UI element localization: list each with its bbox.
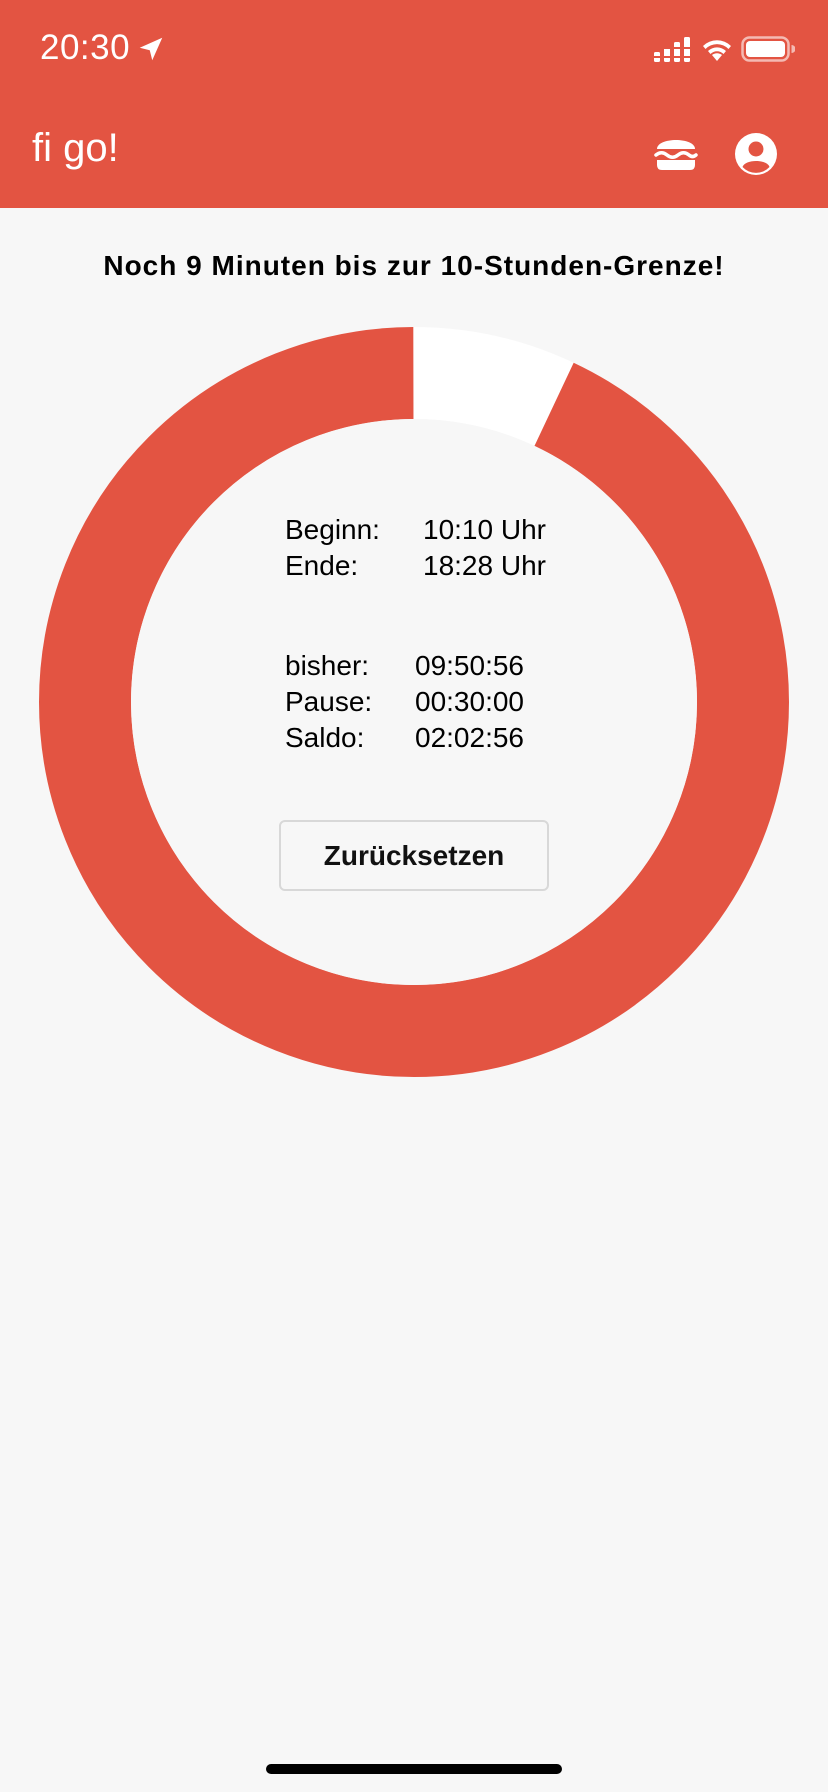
end-value: 18:28 Uhr xyxy=(423,550,546,581)
begin-value: 10:10 Uhr xyxy=(423,514,546,545)
balance-label: Saldo: xyxy=(285,722,365,753)
so-far-label: bisher: xyxy=(285,650,370,681)
pause-value: 00:30:00 xyxy=(415,686,524,717)
location-arrow-icon xyxy=(139,37,163,61)
end-label: Ende: xyxy=(285,550,359,581)
home-indicator[interactable] xyxy=(266,1764,562,1774)
cellular-signal-icon xyxy=(654,37,690,62)
app-header: 20:30 fi go! xyxy=(0,0,828,208)
pause-label: Pause: xyxy=(285,686,373,717)
status-time: 20:30 xyxy=(40,28,131,67)
headline-message: Noch 9 Minuten bis zur 10-Stunden-Grenze… xyxy=(103,250,725,281)
app-title: fi go! xyxy=(32,126,119,170)
balance-value: 02:02:56 xyxy=(415,722,524,753)
wifi-icon xyxy=(703,40,731,61)
progress-ring xyxy=(39,327,789,1077)
burger-icon xyxy=(654,140,698,170)
battery-icon xyxy=(741,36,795,62)
burger-button[interactable] xyxy=(654,134,698,174)
account-circle-icon xyxy=(735,133,777,175)
ring-center xyxy=(131,419,697,985)
reset-button[interactable]: Zurücksetzen xyxy=(279,820,549,891)
begin-label: Beginn: xyxy=(285,514,380,545)
so-far-value: 09:50:56 xyxy=(415,650,524,681)
account-button[interactable] xyxy=(734,132,778,176)
